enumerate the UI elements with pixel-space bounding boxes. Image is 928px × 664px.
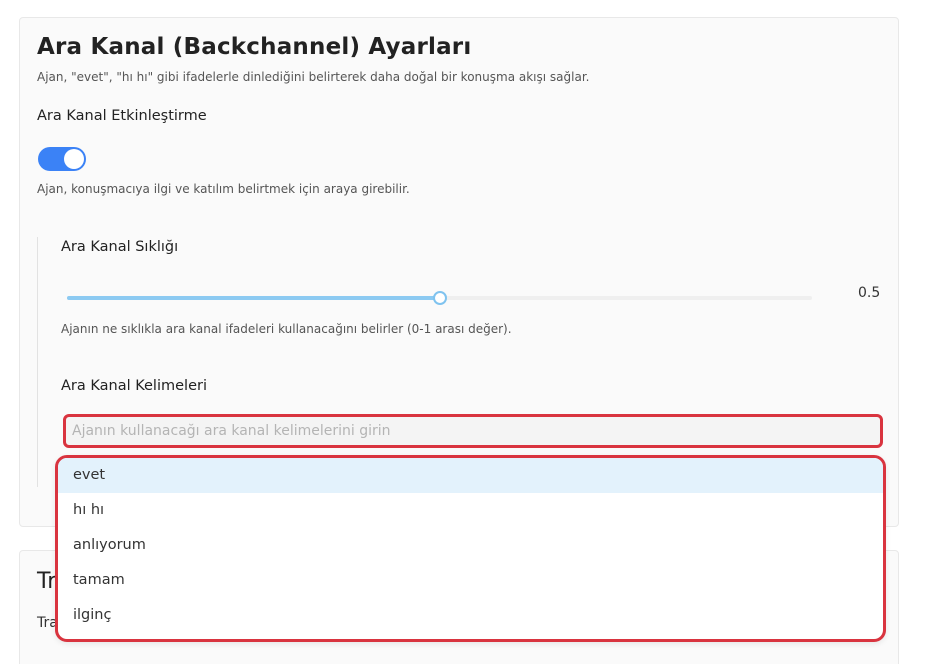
enable-toggle[interactable] <box>38 147 86 171</box>
next-section-title: Tr <box>37 569 57 594</box>
words-label: Ara Kanal Kelimeleri <box>61 378 207 394</box>
dropdown-option[interactable]: hı hı <box>58 493 883 528</box>
frequency-slider[interactable] <box>67 289 812 307</box>
frequency-value: 0.5 <box>858 285 881 301</box>
backchannel-subsettings <box>37 237 882 487</box>
frequency-help: Ajanın ne sıklıkla ara kanal ifadeleri k… <box>61 322 512 336</box>
dropdown-option[interactable]: anlıyorum <box>58 528 883 563</box>
toggle-knob <box>64 149 84 169</box>
section-title: Ara Kanal (Backchannel) Ayarları <box>37 34 472 60</box>
words-dropdown: evet hı hı anlıyorum tamam ilginç <box>55 455 886 642</box>
slider-thumb[interactable] <box>432 291 447 305</box>
enable-help: Ajan, konuşmacıya ilgi ve katılım belirt… <box>37 182 410 196</box>
frequency-label: Ara Kanal Sıklığı <box>61 239 179 255</box>
section-description: Ajan, "evet", "hı hı" gibi ifadelerle di… <box>37 70 590 84</box>
enable-label: Ara Kanal Etkinleştirme <box>37 108 207 124</box>
dropdown-option[interactable]: tamam <box>58 563 883 598</box>
words-input[interactable] <box>63 414 883 448</box>
dropdown-option[interactable]: ilginç <box>58 598 883 633</box>
slider-fill <box>67 296 440 300</box>
backchannel-settings-card: Ara Kanal (Backchannel) Ayarları Ajan, "… <box>19 17 899 527</box>
dropdown-option[interactable]: evet <box>58 458 883 493</box>
